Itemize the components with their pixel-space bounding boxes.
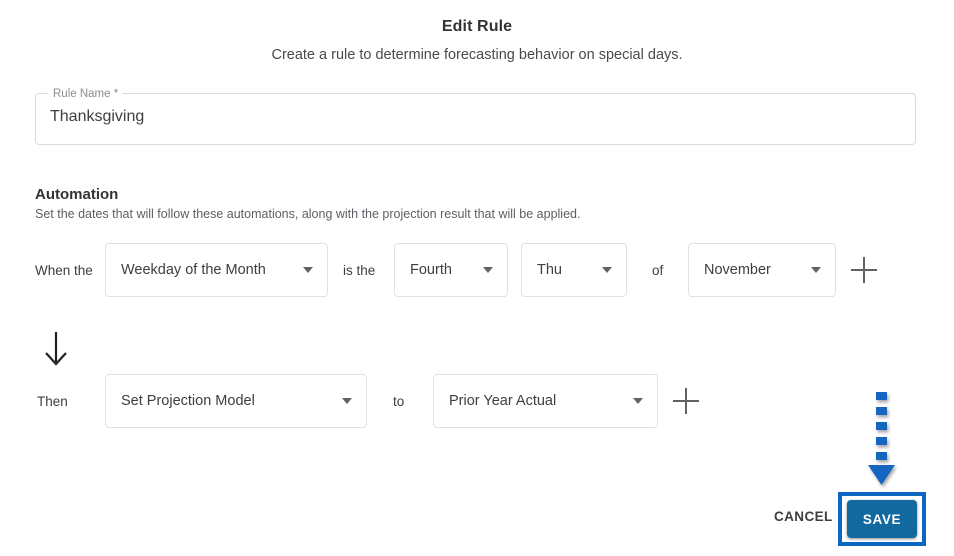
chevron-down-icon: [483, 267, 493, 273]
weekday-value: Thu: [537, 262, 562, 278]
pointer-arrow-annotation: [864, 390, 900, 490]
save-button[interactable]: SAVE: [847, 500, 917, 538]
month-select[interactable]: November: [688, 243, 836, 297]
weekday-select[interactable]: Thu: [521, 243, 627, 297]
add-condition-button[interactable]: [851, 257, 877, 283]
chevron-down-icon: [303, 267, 313, 273]
action-value-value: Prior Year Actual: [449, 393, 557, 409]
chevron-down-icon: [342, 398, 352, 404]
condition-type-value: Weekday of the Month: [121, 262, 266, 278]
chevron-down-icon: [811, 267, 821, 273]
to-label: to: [393, 394, 405, 409]
chevron-down-icon: [602, 267, 612, 273]
then-label: Then: [37, 394, 68, 409]
chevron-down-icon: [633, 398, 643, 404]
action-type-value: Set Projection Model: [121, 393, 255, 409]
ordinal-select[interactable]: Fourth: [394, 243, 508, 297]
cancel-button[interactable]: CANCEL: [774, 509, 833, 524]
add-action-button[interactable]: [673, 388, 699, 414]
ordinal-value: Fourth: [410, 262, 452, 278]
action-value-select[interactable]: Prior Year Actual: [433, 374, 658, 428]
automation-heading: Automation: [35, 186, 119, 203]
rule-name-input[interactable]: [50, 108, 890, 126]
flow-down-arrow-icon: [42, 331, 70, 367]
automation-description: Set the dates that will follow these aut…: [35, 207, 581, 221]
rule-name-field[interactable]: Rule Name *: [35, 86, 916, 145]
rule-name-label: Rule Name *: [49, 86, 123, 102]
is-the-label: is the: [343, 263, 376, 278]
when-the-label: When the: [35, 263, 93, 278]
action-type-select[interactable]: Set Projection Model: [105, 374, 367, 428]
edit-rule-dialog: Edit Rule Create a rule to determine for…: [0, 0, 954, 556]
page-title: Edit Rule: [441, 18, 513, 35]
of-label: of: [652, 263, 664, 278]
month-value: November: [704, 262, 771, 278]
page-subtitle: Create a rule to determine forecasting b…: [271, 47, 683, 63]
condition-type-select[interactable]: Weekday of the Month: [105, 243, 328, 297]
